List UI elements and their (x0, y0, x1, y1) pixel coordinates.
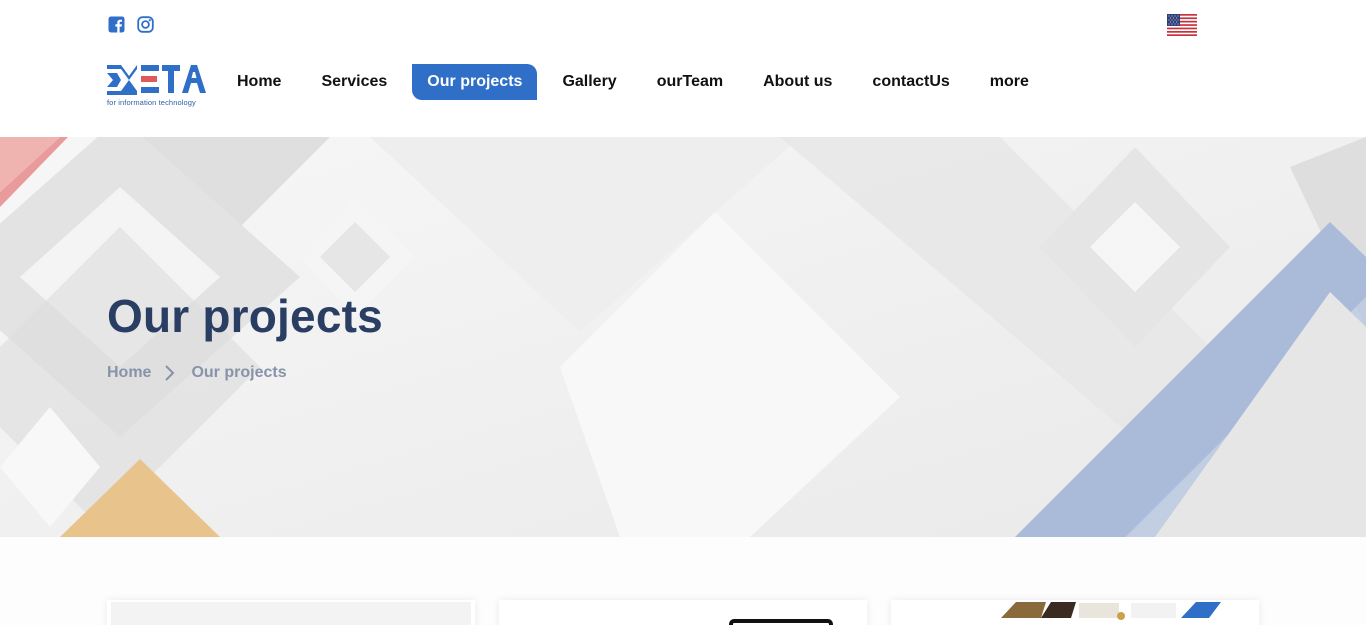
projects-grid (0, 537, 1366, 625)
project-image (1001, 602, 1221, 620)
project-image (729, 619, 833, 625)
project-card[interactable] (891, 600, 1259, 625)
nav-our-projects[interactable]: Our projects (412, 64, 538, 100)
project-card[interactable] (107, 600, 475, 625)
nav-home[interactable]: Home (217, 64, 301, 100)
breadcrumb: Home Our projects (107, 364, 287, 382)
instagram-icon[interactable] (137, 16, 154, 33)
breadcrumb-home[interactable]: Home (107, 364, 151, 382)
nav-more[interactable]: more (970, 64, 1049, 100)
main-nav: Home Services Our projects Gallery ourTe… (217, 64, 1049, 100)
site-header: for information technology Home Services… (0, 0, 1366, 137)
nav-services[interactable]: Services (301, 64, 407, 100)
nav-about-us[interactable]: About us (743, 64, 852, 100)
nav-our-team[interactable]: ourTeam (637, 64, 743, 100)
chevron-right-icon (163, 364, 177, 382)
us-flag-icon[interactable] (1167, 14, 1197, 36)
breadcrumb-current: Our projects (191, 364, 287, 381)
logo-subtitle: for information technology (107, 98, 196, 107)
page-hero: Our projects Home Our projects (0, 137, 1366, 537)
facebook-icon[interactable] (108, 16, 125, 33)
social-links (108, 16, 154, 33)
project-image (111, 602, 471, 625)
project-card[interactable] (499, 600, 867, 625)
nav-contact-us[interactable]: contactUs (852, 64, 969, 100)
page-title: Our projects (107, 290, 383, 342)
site-logo[interactable]: for information technology (107, 63, 207, 109)
nav-gallery[interactable]: Gallery (542, 64, 636, 100)
